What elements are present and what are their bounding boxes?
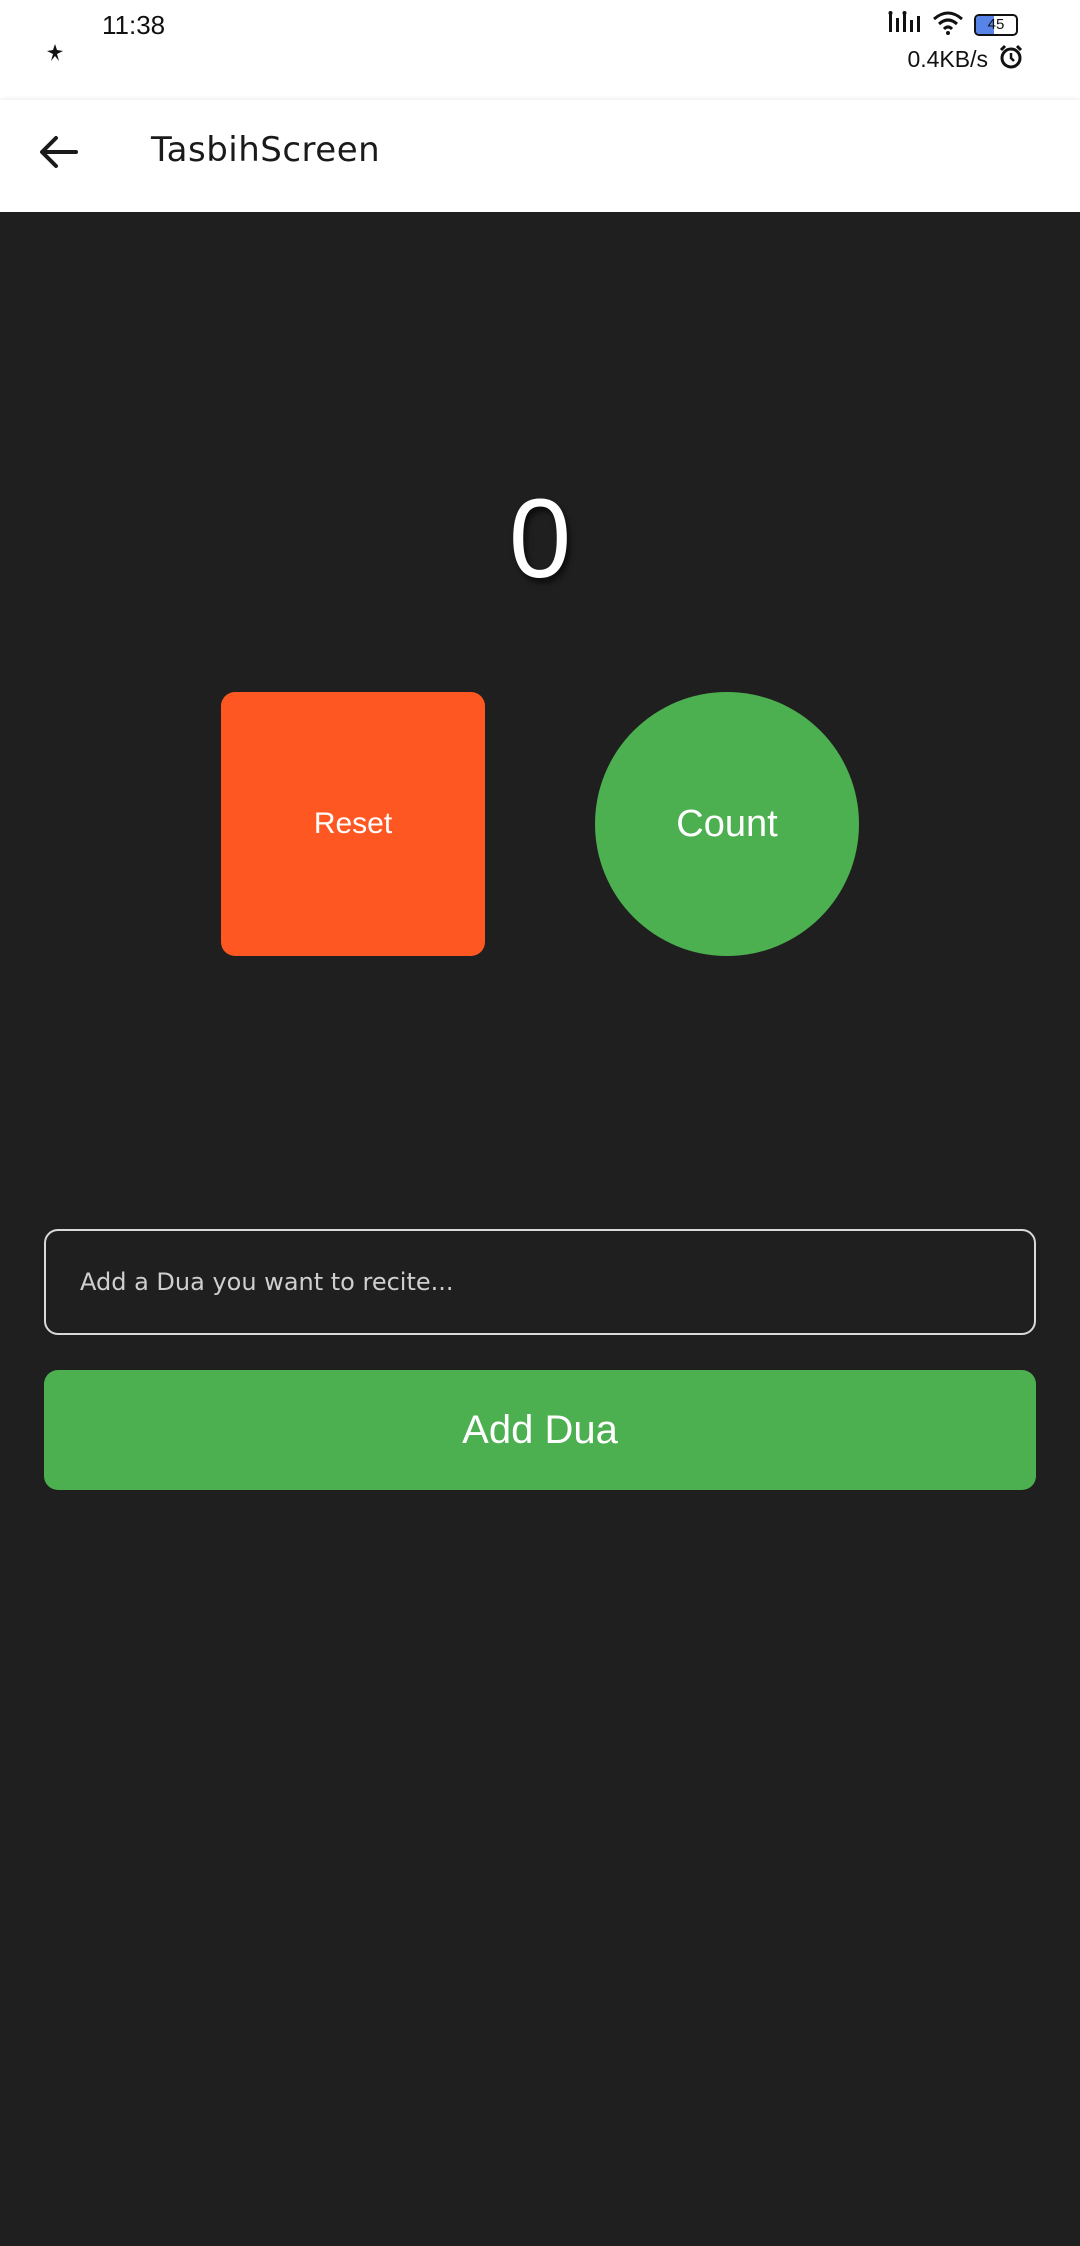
reset-button[interactable]: Reset <box>221 692 485 956</box>
status-speed-row: 0.4KB/s <box>907 44 1024 74</box>
battery-level: 45 <box>987 16 1005 33</box>
network-speed: 0.4KB/s <box>907 45 988 72</box>
signal-icon <box>888 10 922 40</box>
battery-icon: 45 <box>974 14 1018 36</box>
back-button[interactable] <box>26 122 90 186</box>
alarm-icon <box>998 44 1024 74</box>
add-dua-button[interactable]: Add Dua <box>44 1370 1036 1490</box>
tasbih-main: 0 Reset Count Add Dua <box>0 212 1080 2246</box>
status-time: 11:38 <box>102 10 166 40</box>
page-title: TasbihScreen <box>151 130 381 170</box>
arrow-left-icon <box>38 134 78 174</box>
count-button[interactable]: Count <box>595 692 859 956</box>
wifi-icon <box>932 11 964 39</box>
counter-value: 0 <box>508 476 572 601</box>
notification-icon <box>44 42 66 64</box>
status-bar: 11:38 45 0.4KB/s <box>0 0 1080 100</box>
status-icons: 45 <box>888 10 1018 40</box>
app-bar: TasbihScreen <box>0 100 1080 212</box>
dua-input[interactable] <box>44 1229 1036 1335</box>
